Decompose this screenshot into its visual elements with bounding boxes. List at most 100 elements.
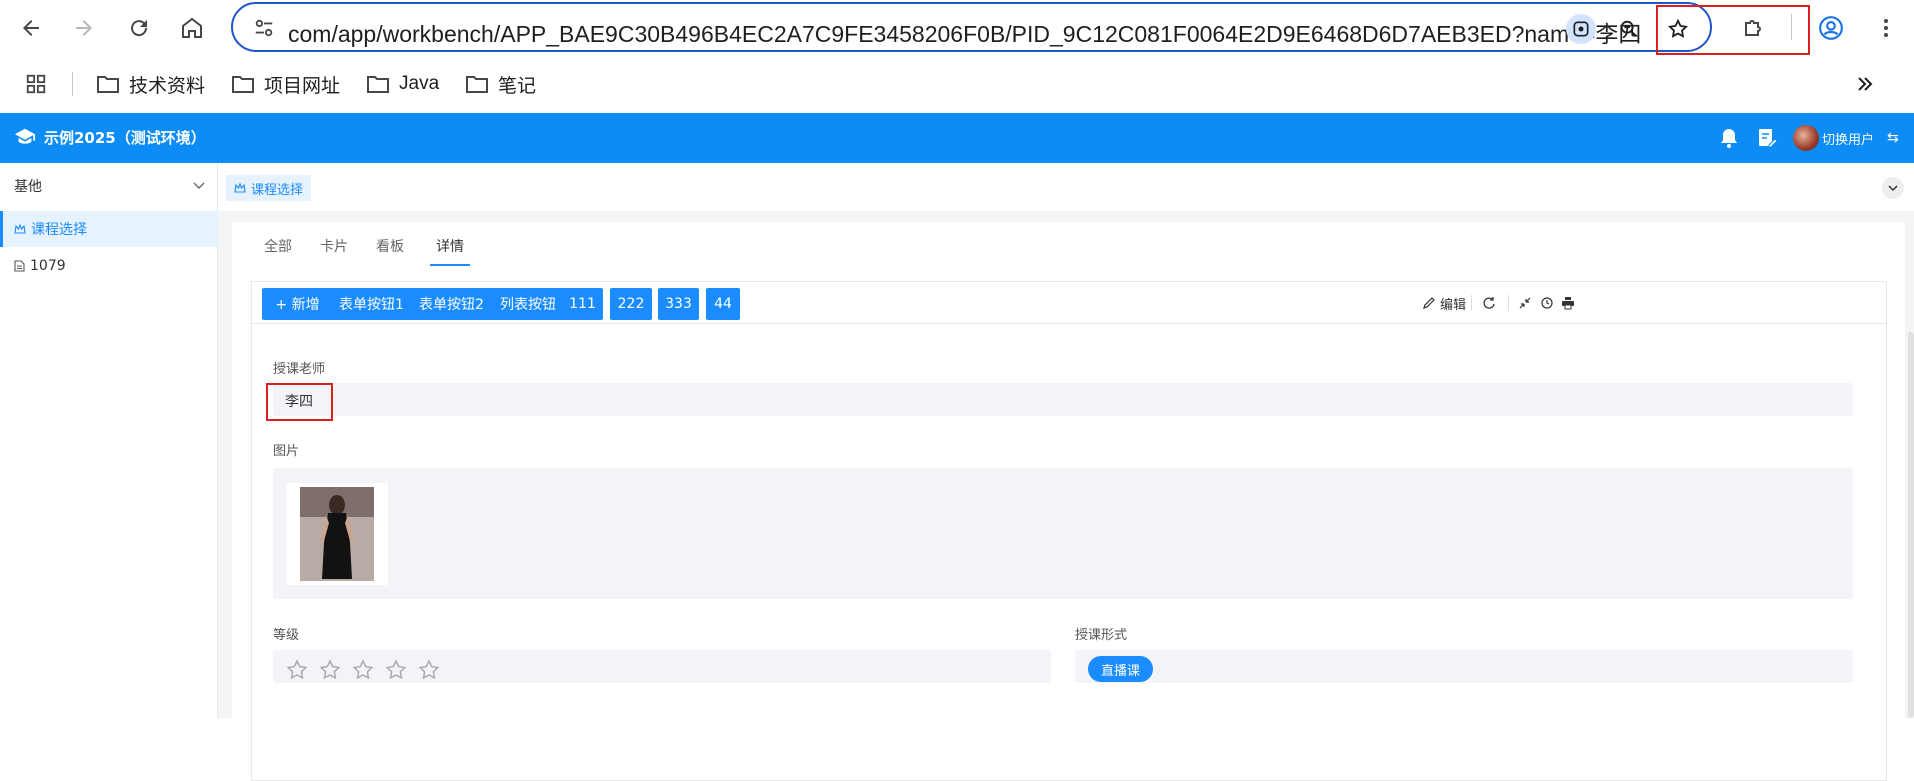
- sidebar-group-label: 基他: [14, 179, 42, 195]
- folder-icon: [367, 76, 389, 93]
- avatar[interactable]: [1793, 125, 1819, 151]
- person-photo-icon: [300, 487, 374, 581]
- collapse-button[interactable]: [1882, 177, 1904, 199]
- google-lens-button[interactable]: [1566, 14, 1596, 44]
- print-button[interactable]: [1561, 295, 1575, 311]
- page-tag-course-selection[interactable]: 课程选择: [226, 175, 312, 201]
- task-edit-icon[interactable]: [1755, 126, 1779, 150]
- extensions-button[interactable]: [1733, 8, 1773, 48]
- list-button[interactable]: 列表按钮: [488, 288, 568, 320]
- image-field: [273, 468, 1853, 599]
- reload-button[interactable]: [119, 8, 159, 48]
- folder-icon: [232, 76, 254, 93]
- lens-icon: [1573, 21, 1589, 37]
- content-scrollbar[interactable]: [1908, 332, 1914, 718]
- arrow-right-icon: [76, 20, 92, 36]
- double-chevron-right-icon: [1858, 77, 1873, 91]
- sidebar-group-header[interactable]: 基他: [0, 163, 218, 209]
- chevron-down-icon: [193, 182, 205, 189]
- bookmark-label: 技术资料: [129, 75, 206, 97]
- app-header: 示例2025（测试环境） 切换用户 ⇆: [0, 113, 1914, 163]
- zoom-button[interactable]: [1614, 14, 1644, 44]
- sidebar: 基他 课程选择 1079: [0, 163, 218, 718]
- form-button-2[interactable]: 表单按钮2: [407, 288, 496, 320]
- bookmark-folder[interactable]: 项目网址: [231, 69, 340, 99]
- refresh-button[interactable]: [1482, 295, 1496, 311]
- site-info-icon[interactable]: [253, 17, 275, 39]
- rating-star-icon[interactable]: [318, 658, 342, 682]
- back-button[interactable]: [11, 8, 51, 48]
- rating-star-icon[interactable]: [351, 658, 375, 682]
- page-tag-label: 课程选择: [251, 182, 304, 198]
- tab-detail[interactable]: 详情: [430, 236, 470, 266]
- sidebar-item-course-selection[interactable]: 课程选择: [0, 211, 218, 247]
- clock-icon: [1541, 297, 1553, 309]
- rating-star-icon[interactable]: [285, 658, 309, 682]
- grade-field-label: 等级: [273, 628, 300, 643]
- document-icon: [14, 260, 25, 272]
- crown-icon: [14, 223, 26, 234]
- add-button[interactable]: + 新增: [262, 288, 333, 320]
- puzzle-icon: [1745, 20, 1761, 36]
- graduation-cap-icon: [14, 128, 36, 144]
- course-image[interactable]: [286, 483, 388, 585]
- switch-arrows-icon[interactable]: ⇆: [1887, 130, 1899, 146]
- address-bar[interactable]: com/app/workbench/APP_BAE9C30B496B4EC2A7…: [231, 2, 1810, 55]
- refresh-icon: [1483, 297, 1495, 309]
- forward-button[interactable]: [64, 8, 104, 48]
- tab-kanban[interactable]: 看板: [376, 236, 404, 266]
- more-bookmarks-button[interactable]: [1853, 69, 1877, 99]
- button-222[interactable]: 222: [610, 288, 652, 320]
- action-toolbar: + 新增 表单按钮1 表单按钮2 列表按钮 111 222 333 44 编辑: [252, 282, 1886, 324]
- teacher-field[interactable]: [273, 383, 1853, 416]
- rating-star-icon[interactable]: [417, 658, 441, 682]
- mode-field-label: 授课形式: [1075, 628, 1128, 643]
- apps-grid-icon: [26, 74, 46, 94]
- edit-label: 编辑: [1440, 297, 1467, 313]
- sidebar-item-1079[interactable]: 1079: [0, 248, 218, 284]
- bookmark-star-button[interactable]: [1663, 14, 1693, 44]
- toolbar-divider: [1508, 295, 1509, 311]
- printer-icon: [1562, 297, 1574, 310]
- bookmark-folder[interactable]: 技术资料: [96, 69, 205, 99]
- bookmark-label: Java: [399, 73, 440, 94]
- rating-star-icon[interactable]: [384, 658, 408, 682]
- main-content: 课程选择 全部 卡片 看板 详情 + 新增 表单按钮1 表单按钮2 列表按钮 1…: [218, 163, 1914, 781]
- menu-button[interactable]: [1866, 8, 1906, 48]
- home-button[interactable]: [172, 8, 212, 48]
- history-button[interactable]: [1540, 295, 1554, 311]
- url-text[interactable]: com/app/workbench/APP_BAE9C30B496B4EC2A7…: [288, 15, 1641, 49]
- image-field-label: 图片: [273, 444, 300, 459]
- app-title: 示例2025（测试环境）: [44, 129, 206, 147]
- bookmark-folder[interactable]: 笔记: [465, 69, 536, 99]
- crown-icon: [234, 182, 246, 193]
- more-vertical-icon: [1884, 19, 1888, 37]
- zoom-icon: [1620, 20, 1637, 37]
- switch-user-label[interactable]: 切换用户: [1822, 129, 1874, 148]
- compress-button[interactable]: [1518, 295, 1532, 311]
- tab-all[interactable]: 全部: [264, 236, 292, 266]
- form-button-1[interactable]: 表单按钮1: [327, 288, 416, 320]
- apps-button[interactable]: [24, 69, 48, 99]
- folder-icon: [97, 76, 119, 93]
- profile-button[interactable]: [1811, 8, 1851, 48]
- star-icon: [1667, 18, 1689, 38]
- button-44[interactable]: 44: [706, 288, 740, 320]
- edit-button[interactable]: 编辑: [1422, 295, 1467, 313]
- bookmark-folder[interactable]: Java: [366, 69, 439, 99]
- button-333[interactable]: 333: [658, 288, 699, 320]
- compress-icon: [1519, 297, 1531, 309]
- bell-icon[interactable]: [1717, 126, 1741, 150]
- teacher-value-highlight: [266, 383, 333, 421]
- mode-tag: 直播课: [1088, 656, 1153, 682]
- account-icon: [1819, 16, 1843, 40]
- bookmarks-bar: 技术资料 项目网址 Java 笔记: [0, 56, 1914, 112]
- folder-icon: [466, 76, 488, 93]
- teacher-field-label: 授课老师: [273, 362, 326, 377]
- home-icon: [182, 17, 202, 38]
- page-tab-strip: 课程选择: [218, 163, 1914, 211]
- button-111[interactable]: 111: [562, 288, 603, 320]
- bookmark-label: 项目网址: [264, 75, 341, 97]
- mode-field: [1075, 650, 1853, 683]
- tab-card[interactable]: 卡片: [320, 236, 348, 266]
